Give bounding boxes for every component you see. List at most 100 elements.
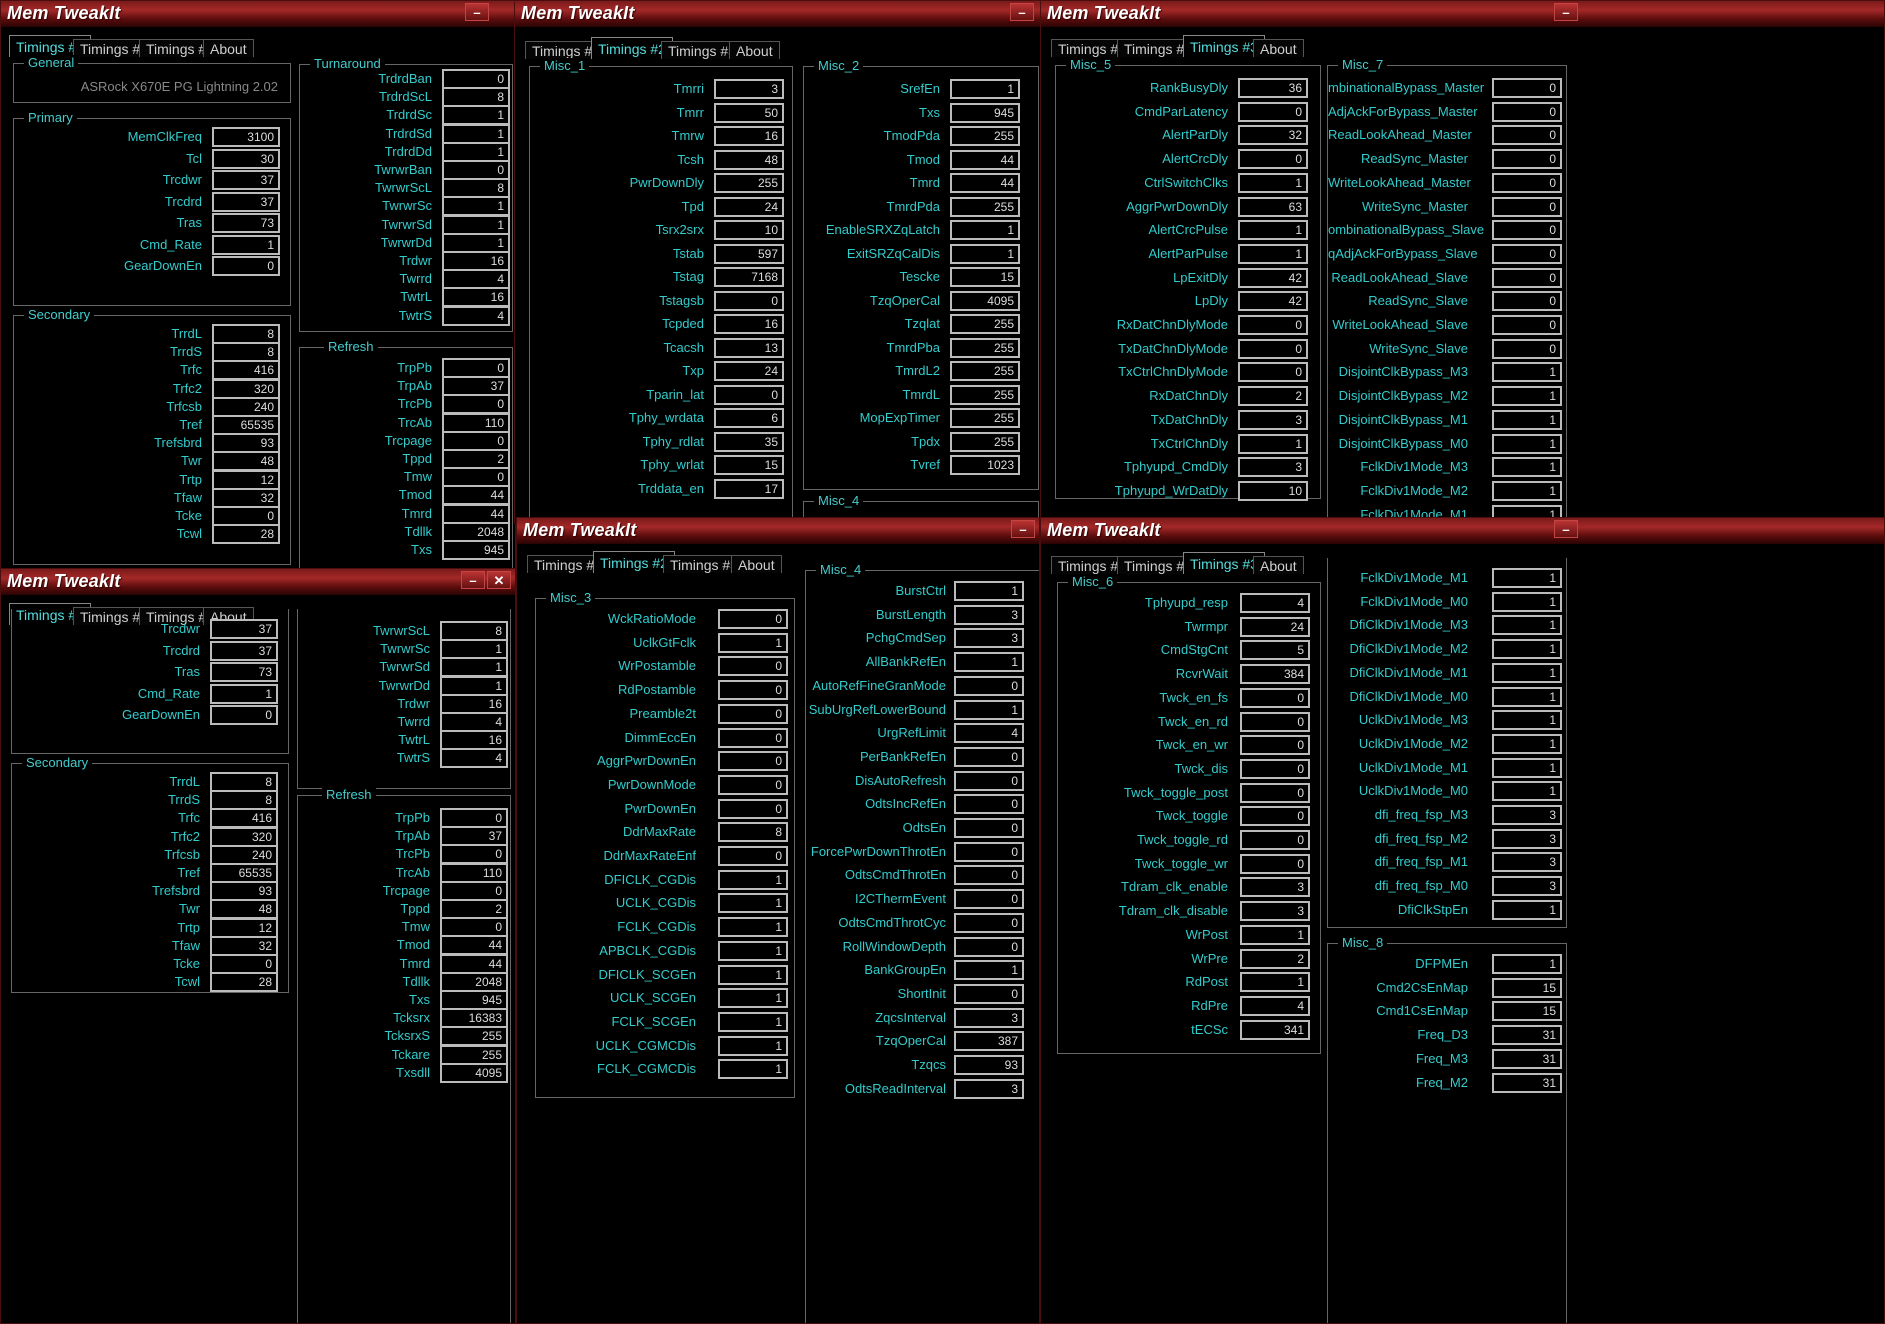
timing-value-field[interactable]: 416: [210, 808, 278, 829]
timing-value-field[interactable]: 15: [1492, 1001, 1562, 1022]
timing-value-field[interactable]: 3: [1238, 409, 1308, 430]
timing-value-field[interactable]: 1: [1492, 639, 1562, 660]
timing-value-field[interactable]: 32: [212, 487, 280, 508]
timing-value-field[interactable]: 0: [440, 844, 508, 865]
timing-value-field[interactable]: 93: [212, 433, 280, 454]
timing-value-field[interactable]: 63: [1238, 196, 1308, 217]
timing-value-field[interactable]: 3: [1492, 805, 1562, 825]
timing-value-field[interactable]: 1: [1492, 362, 1562, 383]
timing-value-field[interactable]: 1: [954, 699, 1024, 720]
timing-value-field[interactable]: 3: [954, 1078, 1024, 1099]
timing-value-field[interactable]: 0: [954, 675, 1024, 696]
timing-value-field[interactable]: 384: [1240, 664, 1310, 685]
timing-value-field[interactable]: 0: [714, 290, 784, 311]
timing-value-field[interactable]: 0: [442, 467, 510, 488]
timing-value-field[interactable]: 10: [1238, 480, 1308, 501]
timing-value-field[interactable]: 1: [954, 652, 1024, 673]
timing-value-field[interactable]: 3: [954, 628, 1024, 649]
timing-value-field[interactable]: 1: [1492, 568, 1562, 588]
timing-value-field[interactable]: 416: [212, 360, 280, 381]
timing-value-field[interactable]: 0: [1238, 149, 1308, 170]
timing-value-field[interactable]: 3: [1492, 876, 1562, 897]
timing-value-field[interactable]: 0: [1240, 853, 1310, 874]
timing-value-field[interactable]: 28: [210, 972, 278, 993]
timing-value-field[interactable]: 0: [1492, 172, 1562, 193]
timing-value-field[interactable]: 341: [1240, 1019, 1310, 1040]
timing-value-field[interactable]: 65535: [210, 863, 278, 883]
timing-value-field[interactable]: 1: [442, 232, 510, 253]
timing-value-field[interactable]: 0: [442, 160, 510, 180]
timing-value-field[interactable]: 1: [440, 639, 508, 660]
timing-value-field[interactable]: 44: [442, 503, 510, 524]
timing-value-field[interactable]: 240: [210, 844, 278, 865]
timing-value-field[interactable]: 4: [1240, 995, 1310, 1016]
timing-value-field[interactable]: 0: [1240, 735, 1310, 756]
timing-value-field[interactable]: 44: [440, 953, 508, 974]
timing-value-field[interactable]: 1: [1238, 243, 1308, 264]
timing-value-field[interactable]: 15: [714, 455, 784, 475]
timing-value-field[interactable]: 4: [954, 723, 1024, 744]
timing-value-field[interactable]: 1: [1492, 733, 1562, 754]
timing-value-field[interactable]: 44: [950, 149, 1020, 170]
timing-value-field[interactable]: 7168: [714, 267, 784, 287]
timing-value-field[interactable]: 2048: [440, 971, 508, 992]
timing-value-field[interactable]: 3: [1240, 901, 1310, 922]
timing-value-field[interactable]: 255: [950, 384, 1020, 405]
timing-value-field[interactable]: 3: [954, 604, 1024, 625]
timing-value-field[interactable]: 1: [210, 683, 278, 704]
timing-value-field[interactable]: 3: [1238, 457, 1308, 478]
timing-value-field[interactable]: 0: [440, 808, 508, 828]
timing-value-field[interactable]: 320: [210, 826, 278, 847]
timing-value-field[interactable]: 1: [440, 675, 508, 696]
timing-value-field[interactable]: 0: [954, 770, 1024, 791]
timing-value-field[interactable]: 0: [210, 705, 278, 725]
timing-value-field[interactable]: 255: [950, 196, 1020, 217]
timing-value-field[interactable]: 0: [714, 384, 784, 405]
timing-value-field[interactable]: 1: [442, 214, 510, 235]
timing-value-field[interactable]: 0: [954, 983, 1024, 1004]
timing-value-field[interactable]: 15: [1492, 977, 1562, 998]
timing-value-field[interactable]: 3: [1492, 852, 1562, 873]
timing-value-field[interactable]: 15: [950, 267, 1020, 287]
timing-value-field[interactable]: 255: [714, 173, 784, 193]
timing-value-field[interactable]: 1: [1492, 480, 1562, 501]
timing-value-field[interactable]: 1: [718, 988, 788, 1009]
title-bar[interactable]: Mem TweakIt –: [517, 518, 1039, 544]
timing-value-field[interactable]: 4095: [440, 1062, 508, 1083]
timing-value-field[interactable]: 1: [1492, 781, 1562, 802]
timing-value-field[interactable]: 0: [718, 680, 788, 701]
timing-value-field[interactable]: 4095: [950, 290, 1020, 311]
timing-value-field[interactable]: 44: [440, 935, 508, 956]
timing-value-field[interactable]: 255: [950, 408, 1020, 428]
timing-value-field[interactable]: 17: [714, 478, 784, 499]
timing-value-field[interactable]: 8: [212, 324, 280, 344]
timing-value-field[interactable]: 42: [1238, 291, 1308, 312]
timing-value-field[interactable]: 0: [954, 865, 1024, 886]
timing-value-field[interactable]: 1: [718, 632, 788, 653]
title-bar[interactable]: Mem TweakIt –: [515, 1, 1040, 27]
timing-value-field[interactable]: 1: [718, 940, 788, 961]
timing-value-field[interactable]: 1: [1240, 924, 1310, 945]
timing-value-field[interactable]: 0: [1492, 196, 1562, 217]
timing-value-field[interactable]: 1: [442, 105, 510, 126]
timing-value-field[interactable]: 1: [718, 917, 788, 938]
timing-value-field[interactable]: 1: [1492, 615, 1562, 636]
timing-value-field[interactable]: 0: [954, 889, 1024, 910]
timing-value-field[interactable]: 48: [714, 149, 784, 170]
minimize-button[interactable]: –: [1554, 3, 1578, 21]
timing-value-field[interactable]: 255: [950, 361, 1020, 381]
timing-value-field[interactable]: 48: [210, 899, 278, 920]
timing-value-field[interactable]: 945: [440, 990, 508, 1010]
timing-value-field[interactable]: 2: [1238, 386, 1308, 407]
timing-value-field[interactable]: 65535: [212, 415, 280, 435]
timing-value-field[interactable]: 24: [714, 196, 784, 217]
timing-value-field[interactable]: 4: [440, 748, 508, 769]
timing-value-field[interactable]: 1: [1492, 386, 1562, 407]
timing-value-field[interactable]: 0: [1492, 125, 1562, 146]
timing-value-field[interactable]: 1: [1238, 220, 1308, 241]
timing-value-field[interactable]: 0: [440, 880, 508, 901]
timing-value-field[interactable]: 1: [1492, 899, 1562, 920]
timing-value-field[interactable]: 1: [442, 196, 510, 217]
timing-value-field[interactable]: 1: [718, 964, 788, 985]
timing-value-field[interactable]: 16: [714, 126, 784, 146]
